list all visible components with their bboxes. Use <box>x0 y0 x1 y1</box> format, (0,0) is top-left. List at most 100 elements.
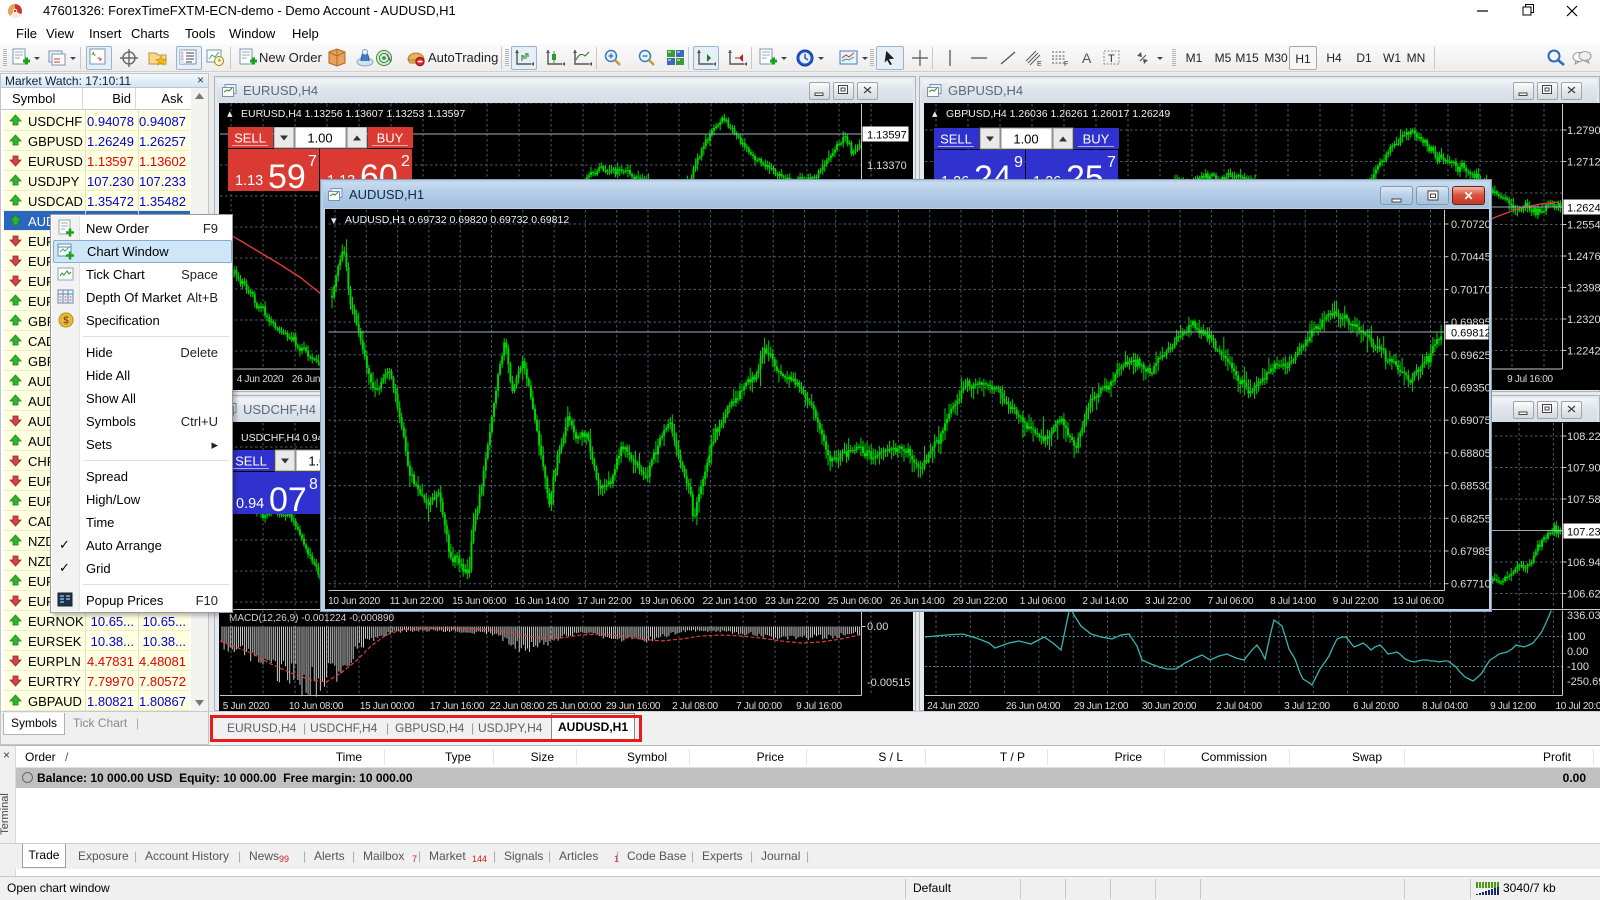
svg-text:2 Jul 08:00: 2 Jul 08:00 <box>672 701 718 711</box>
svg-text:106.94: 106.94 <box>1567 557 1600 569</box>
svg-text:59: 59 <box>268 158 306 191</box>
svg-text:7: 7 <box>308 153 317 170</box>
svg-text:1.00: 1.00 <box>307 131 332 146</box>
svg-text:24 Jun 2020: 24 Jun 2020 <box>927 701 979 711</box>
svg-text:1.2320: 1.2320 <box>1567 314 1600 326</box>
svg-text:106.62: 106.62 <box>1567 589 1600 601</box>
svg-text:13 Jul 06:00: 13 Jul 06:00 <box>1393 596 1445 607</box>
svg-text:0.94: 0.94 <box>236 496 264 512</box>
svg-text:16 Jun 14:00: 16 Jun 14:00 <box>515 596 570 607</box>
svg-text:108.22: 108.22 <box>1567 431 1600 443</box>
svg-text:8 Jul 14:00: 8 Jul 14:00 <box>1270 596 1316 607</box>
svg-text:9 Jul 16:00: 9 Jul 16:00 <box>1507 374 1553 385</box>
svg-text:2: 2 <box>401 153 410 170</box>
svg-text:0.00: 0.00 <box>867 621 888 633</box>
svg-text:-100: -100 <box>1567 661 1589 673</box>
svg-text:0.00: 0.00 <box>1567 646 1588 658</box>
svg-text:AUDUSD,H1 0.69732 0.69820 0.69: AUDUSD,H1 0.69732 0.69820 0.69732 0.6981… <box>345 214 569 226</box>
svg-text:107.23: 107.23 <box>1567 527 1600 539</box>
svg-text:100: 100 <box>1567 631 1585 643</box>
svg-text:SELL: SELL <box>235 454 267 469</box>
svg-text:29 Jun 22:00: 29 Jun 22:00 <box>953 596 1008 607</box>
svg-text:15 Jun 00:00: 15 Jun 00:00 <box>360 701 415 711</box>
svg-text:8 Jul 04:00: 8 Jul 04:00 <box>1422 701 1468 711</box>
svg-text:EURUSD,H4 1.13256 1.13607 1.1: EURUSD,H4 1.13256 1.13607 1.13253 1.1359… <box>241 108 465 120</box>
svg-text:BUY: BUY <box>1083 132 1110 147</box>
svg-text:E: E <box>1037 61 1042 68</box>
svg-text:SELL: SELL <box>234 131 266 146</box>
svg-text:107.90: 107.90 <box>1567 463 1600 475</box>
svg-text:0.68530: 0.68530 <box>1451 481 1489 493</box>
svg-text:107.58: 107.58 <box>1567 494 1600 506</box>
svg-text:$: $ <box>63 316 69 327</box>
svg-text:5 Jun 2020: 5 Jun 2020 <box>223 701 270 711</box>
svg-text:9 Jul 16:00: 9 Jul 16:00 <box>796 701 842 711</box>
svg-text:1.2712: 1.2712 <box>1567 157 1600 169</box>
svg-text:▴: ▴ <box>932 108 938 120</box>
svg-text:SELL: SELL <box>940 132 972 147</box>
svg-text:0.68255: 0.68255 <box>1451 513 1489 525</box>
svg-text:30 Jun 20:00: 30 Jun 20:00 <box>1142 701 1197 711</box>
svg-text:9 Jul 12:00: 9 Jul 12:00 <box>1490 701 1536 711</box>
svg-text:0.70170: 0.70170 <box>1451 284 1489 296</box>
svg-text:1.2476: 1.2476 <box>1567 251 1600 263</box>
svg-text:10 Jun 08:00: 10 Jun 08:00 <box>289 701 344 711</box>
svg-text:10 Jun 2020: 10 Jun 2020 <box>328 596 380 607</box>
svg-text:1.2624: 1.2624 <box>1567 203 1600 215</box>
svg-text:8: 8 <box>309 476 318 493</box>
svg-text:7 Jul 06:00: 7 Jul 06:00 <box>1208 596 1254 607</box>
svg-text:3 Jul 12:00: 3 Jul 12:00 <box>1284 701 1330 711</box>
svg-text:19 Jun 06:00: 19 Jun 06:00 <box>640 596 695 607</box>
svg-text:F: F <box>1064 61 1068 68</box>
svg-text:29 Jun 12:00: 29 Jun 12:00 <box>1074 701 1129 711</box>
svg-text:0.70445: 0.70445 <box>1451 252 1489 264</box>
svg-text:9 Jul 22:00: 9 Jul 22:00 <box>1333 596 1379 607</box>
svg-text:-250.69: -250.69 <box>1567 676 1600 688</box>
svg-text:25 Jun 00:00: 25 Jun 00:00 <box>547 701 602 711</box>
svg-text:9: 9 <box>1014 154 1023 171</box>
svg-text:MACD(12,26,9) -0.001224 -0.000: MACD(12,26,9) -0.001224 -0.000890 <box>229 613 395 624</box>
svg-text:07: 07 <box>269 481 307 519</box>
svg-text:1.00: 1.00 <box>1013 132 1038 147</box>
svg-text:0.67985: 0.67985 <box>1451 546 1489 558</box>
svg-text:7: 7 <box>1107 154 1116 171</box>
svg-text:17 Jun 22:00: 17 Jun 22:00 <box>577 596 632 607</box>
svg-text:1.13: 1.13 <box>235 173 263 189</box>
svg-text:1.2398: 1.2398 <box>1567 283 1600 295</box>
svg-text:1.2554: 1.2554 <box>1567 220 1600 232</box>
svg-text:7 Jul 00:00: 7 Jul 00:00 <box>736 701 782 711</box>
svg-text:▴: ▴ <box>227 108 233 120</box>
svg-text:23 Jun 22:00: 23 Jun 22:00 <box>765 596 820 607</box>
svg-text:22 Jun 14:00: 22 Jun 14:00 <box>702 596 757 607</box>
svg-text:▾: ▾ <box>331 215 337 227</box>
svg-text:0.69812: 0.69812 <box>1451 328 1489 340</box>
svg-text:22 Jun 08:00: 22 Jun 08:00 <box>490 701 545 711</box>
svg-text:15 Jun 06:00: 15 Jun 06:00 <box>452 596 507 607</box>
svg-text:10 Jul 20:00: 10 Jul 20:00 <box>1556 701 1600 711</box>
svg-text:26 Jun: 26 Jun <box>292 374 320 385</box>
svg-text:1 Jul 06:00: 1 Jul 06:00 <box>1020 596 1066 607</box>
svg-text:26 Jun 04:00: 26 Jun 04:00 <box>1006 701 1061 711</box>
svg-text:336.031: 336.031 <box>1567 610 1600 622</box>
svg-text:29 Jun 16:00: 29 Jun 16:00 <box>606 701 661 711</box>
svg-text:25 Jun 06:00: 25 Jun 06:00 <box>828 596 883 607</box>
svg-text:GBPUSD,H4 1.26036 1.26261 1.2: GBPUSD,H4 1.26036 1.26261 1.26017 1.2624… <box>946 108 1170 120</box>
svg-text:1.2242: 1.2242 <box>1567 346 1600 358</box>
svg-text:0.70720: 0.70720 <box>1451 219 1489 231</box>
svg-text:26 Jun 14:00: 26 Jun 14:00 <box>890 596 945 607</box>
svg-text:0.69075: 0.69075 <box>1451 415 1489 427</box>
svg-text:0.68805: 0.68805 <box>1451 448 1489 460</box>
svg-text:0.69350: 0.69350 <box>1451 383 1489 395</box>
svg-text:17 Jun 16:00: 17 Jun 16:00 <box>430 701 485 711</box>
svg-text:-0.00515: -0.00515 <box>867 677 910 689</box>
svg-text:4 Jun 2020: 4 Jun 2020 <box>237 374 284 385</box>
svg-text:1.13370: 1.13370 <box>867 160 907 172</box>
svg-text:6 Jul 20:00: 6 Jul 20:00 <box>1353 701 1399 711</box>
svg-text:A: A <box>1082 50 1092 66</box>
svg-text:11 Jun 22:00: 11 Jun 22:00 <box>390 596 444 607</box>
svg-text:3 Jul 22:00: 3 Jul 22:00 <box>1145 596 1191 607</box>
svg-text:BUY: BUY <box>377 131 404 146</box>
svg-text:0.69625: 0.69625 <box>1451 350 1489 362</box>
svg-text:1.2790: 1.2790 <box>1567 125 1600 137</box>
svg-text:2 Jul 14:00: 2 Jul 14:00 <box>1082 596 1128 607</box>
